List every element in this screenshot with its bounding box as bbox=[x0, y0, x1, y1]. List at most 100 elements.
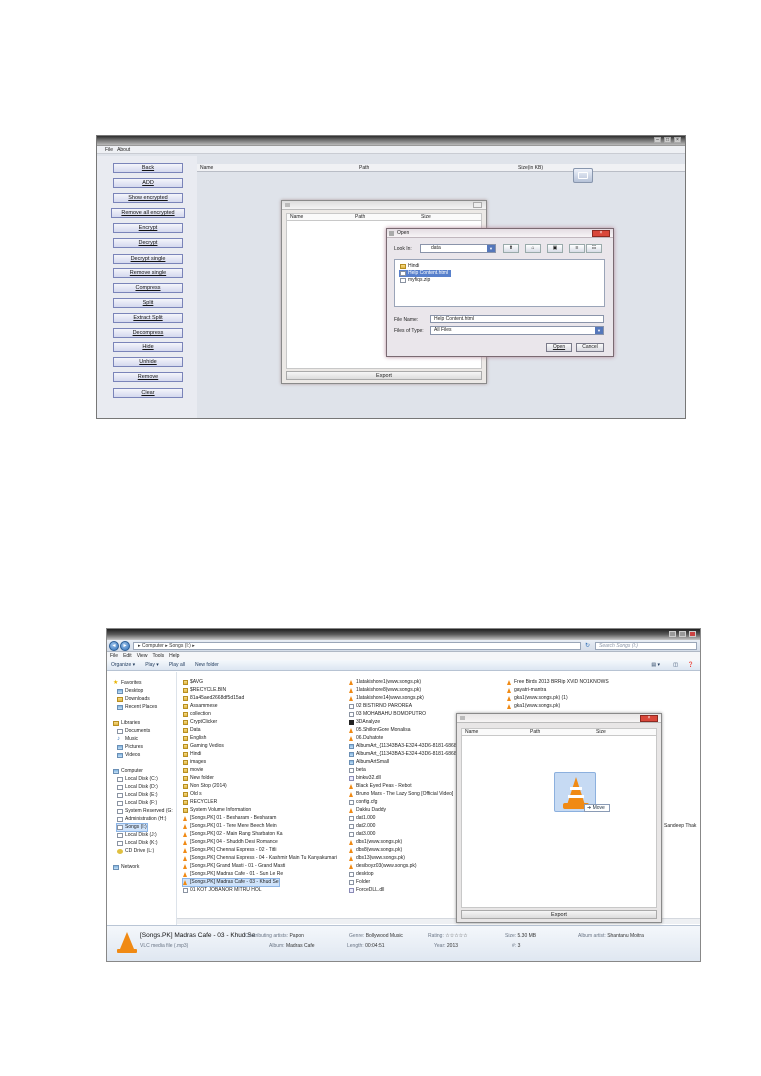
view-options-icon[interactable]: ▤ ▾ bbox=[651, 660, 660, 671]
file-item[interactable]: Folder bbox=[349, 879, 370, 886]
file-item[interactable]: CryptClicker bbox=[183, 719, 217, 726]
nav-videos[interactable]: Videos bbox=[117, 752, 140, 759]
file-item[interactable]: English bbox=[183, 735, 206, 742]
file-item[interactable]: 1latakishore1(www.songs.pk) bbox=[349, 679, 421, 686]
file-item[interactable]: New folder bbox=[183, 775, 214, 782]
add-button[interactable]: ADD bbox=[113, 178, 183, 188]
refresh-icon[interactable]: ↻ bbox=[585, 642, 590, 649]
file-item[interactable]: binkw32.dll bbox=[349, 775, 381, 782]
new-folder-button[interactable]: New folder bbox=[195, 660, 219, 670]
back-button[interactable]: Back bbox=[113, 163, 183, 173]
file-item[interactable]: beta bbox=[349, 767, 366, 774]
menu-edit[interactable]: Edit bbox=[123, 652, 132, 660]
file-item[interactable]: 06.Duhatote bbox=[349, 735, 383, 742]
nav-pictures[interactable]: Pictures bbox=[117, 744, 143, 751]
new-folder-icon[interactable]: ▣ bbox=[547, 244, 563, 253]
minimize-button[interactable] bbox=[669, 631, 676, 637]
menu-about[interactable]: About bbox=[117, 146, 130, 153]
file-item[interactable]: AlbumArt_{11343BA3-E324-43D6-8181-6868 bbox=[349, 751, 457, 758]
file-item[interactable]: [Songs.PK] Madras Cafe - 01 - Sun Le Re bbox=[183, 871, 283, 878]
remove-all-encrypted-button[interactable]: Remove all encrypted bbox=[111, 208, 185, 218]
file-item[interactable]: Gaming Vedios bbox=[183, 743, 224, 750]
file-item[interactable]: $AVG bbox=[183, 679, 203, 686]
file-item[interactable]: dbs13(www.songs.pk) bbox=[349, 855, 405, 862]
file-item[interactable]: 1latakishore8(www.songs.pk) bbox=[349, 687, 421, 694]
remove-single-button[interactable]: Remove single bbox=[113, 268, 183, 278]
close-button[interactable]: × bbox=[592, 230, 610, 237]
export-button[interactable]: Export bbox=[461, 910, 657, 919]
file-item[interactable]: [Songs.PK] Chennai Express - 02 - Titli bbox=[183, 847, 276, 854]
column-name[interactable]: Name bbox=[200, 164, 213, 172]
decrypt-single-button[interactable]: Decrypt single bbox=[113, 254, 183, 264]
nav-drive-c[interactable]: Local Disk (C:) bbox=[117, 776, 158, 783]
column-size[interactable]: Size(in KB) bbox=[518, 164, 543, 172]
column-path[interactable]: Path bbox=[530, 729, 540, 736]
menu-file[interactable]: File bbox=[110, 652, 118, 660]
split-button[interactable]: Split bbox=[113, 298, 183, 308]
file-item-partial[interactable]: Sandeep Thak bbox=[664, 823, 696, 829]
file-item[interactable]: 03 MOHABAHU BOMOPUTRO bbox=[349, 711, 426, 718]
remove-button[interactable]: Remove bbox=[113, 372, 183, 382]
file-item[interactable]: [Songs.PK] Grand Masti - 01 - Grand Mast… bbox=[183, 863, 285, 870]
column-name[interactable]: Name bbox=[465, 729, 478, 736]
dialog-table-body[interactable]: ➜ Move bbox=[461, 736, 657, 908]
close-button[interactable] bbox=[689, 631, 696, 637]
open-button[interactable]: Open bbox=[546, 343, 572, 352]
nav-drive-d[interactable]: Local Disk (D:) bbox=[117, 784, 158, 791]
file-item[interactable]: Old s bbox=[183, 791, 202, 798]
column-size[interactable]: Size bbox=[596, 729, 606, 736]
maximize-button[interactable] bbox=[679, 631, 686, 637]
file-item[interactable]: Dakku Daddy bbox=[349, 807, 386, 814]
forward-icon[interactable]: ▸ bbox=[120, 641, 130, 651]
file-item[interactable]: [Songs.PK] 02 - Main Rang Sharbaton Ka bbox=[183, 831, 283, 838]
cancel-button[interactable]: Cancel bbox=[576, 343, 604, 352]
file-item[interactable]: [Songs.PK] Chennai Express - 04 - Kashmi… bbox=[183, 855, 337, 862]
menu-tools[interactable]: Tools bbox=[152, 652, 164, 660]
export-button[interactable]: Export bbox=[286, 371, 482, 380]
nav-drive-g[interactable]: System Reserved (G: bbox=[117, 808, 173, 815]
maximize-button[interactable]: □ bbox=[664, 137, 671, 143]
file-item-selected[interactable]: [Songs.PK] Madras Cafe - 03 - Khud Se bbox=[182, 878, 280, 887]
nav-drive-h[interactable]: Administration (H:) bbox=[117, 816, 166, 823]
file-item[interactable]: 02 BISTIRNO PAROREA bbox=[349, 703, 412, 710]
list-item[interactable]: Hindi bbox=[399, 263, 422, 270]
file-item[interactable]: config.cfg bbox=[349, 799, 377, 806]
hide-button[interactable]: Hide bbox=[113, 342, 183, 352]
column-size[interactable]: Size bbox=[421, 214, 431, 221]
nav-drive-i[interactable]: Songs (I:) bbox=[116, 823, 148, 832]
file-item[interactable]: [Songs.PK] 01 - Besharam - Besharam bbox=[183, 815, 276, 822]
list-item[interactable]: myfiqs.zip bbox=[399, 277, 433, 284]
file-item[interactable]: RECYCLER bbox=[183, 799, 217, 806]
file-item[interactable]: Free Birds 2013 BRRip XViD NO1KNOWS bbox=[507, 679, 609, 686]
back-icon[interactable]: ◂ bbox=[109, 641, 119, 651]
nav-libraries[interactable]: Libraries bbox=[113, 720, 140, 727]
unhide-button[interactable]: Unhide bbox=[113, 357, 183, 367]
look-in-select[interactable]: data ▼ bbox=[420, 244, 496, 253]
nav-drive-l[interactable]: CD Drive (L:) bbox=[117, 848, 154, 855]
clear-button[interactable]: Clear bbox=[113, 388, 183, 398]
file-item[interactable]: System Volume Information bbox=[183, 807, 251, 814]
decrypt-button[interactable]: Decrypt bbox=[113, 238, 183, 248]
nav-favorites[interactable]: ★ Favorites bbox=[113, 680, 142, 687]
nav-drive-j[interactable]: Local Disk (J:) bbox=[117, 832, 157, 839]
file-item[interactable]: 01 KOT JOBANOR MITRU HOL bbox=[183, 887, 262, 894]
details-rating[interactable]: Rating: ☆☆☆☆☆ bbox=[428, 933, 468, 939]
encrypt-button[interactable]: Encrypt bbox=[113, 223, 183, 233]
file-item[interactable]: Hindi bbox=[183, 751, 201, 758]
close-icon[interactable] bbox=[473, 202, 482, 208]
breadcrumb[interactable]: ▸ Computer ▸ Songs (I:) ▸ bbox=[133, 642, 581, 650]
nav-drive-f[interactable]: Local Disk (F:) bbox=[117, 800, 157, 807]
file-item[interactable]: collection bbox=[183, 711, 211, 718]
file-item[interactable]: Bruno Mars - The Lazy Song [Official Vid… bbox=[349, 791, 453, 798]
list-item[interactable]: Help Content.html bbox=[399, 270, 452, 277]
file-item[interactable]: 3DAnalyze bbox=[349, 719, 380, 726]
compress-button[interactable]: Compress bbox=[113, 283, 183, 293]
nav-network[interactable]: Network bbox=[113, 864, 139, 871]
menu-file[interactable]: File bbox=[105, 146, 113, 153]
help-icon[interactable]: ❓ bbox=[688, 660, 694, 671]
file-item[interactable]: ForceDLL.dll bbox=[349, 887, 384, 894]
file-item[interactable]: Data bbox=[183, 727, 201, 734]
column-name[interactable]: Name bbox=[290, 214, 303, 221]
file-list[interactable]: Hindi Help Content.html myfiqs.zip bbox=[394, 259, 605, 307]
nav-desktop[interactable]: Desktop bbox=[117, 688, 143, 695]
